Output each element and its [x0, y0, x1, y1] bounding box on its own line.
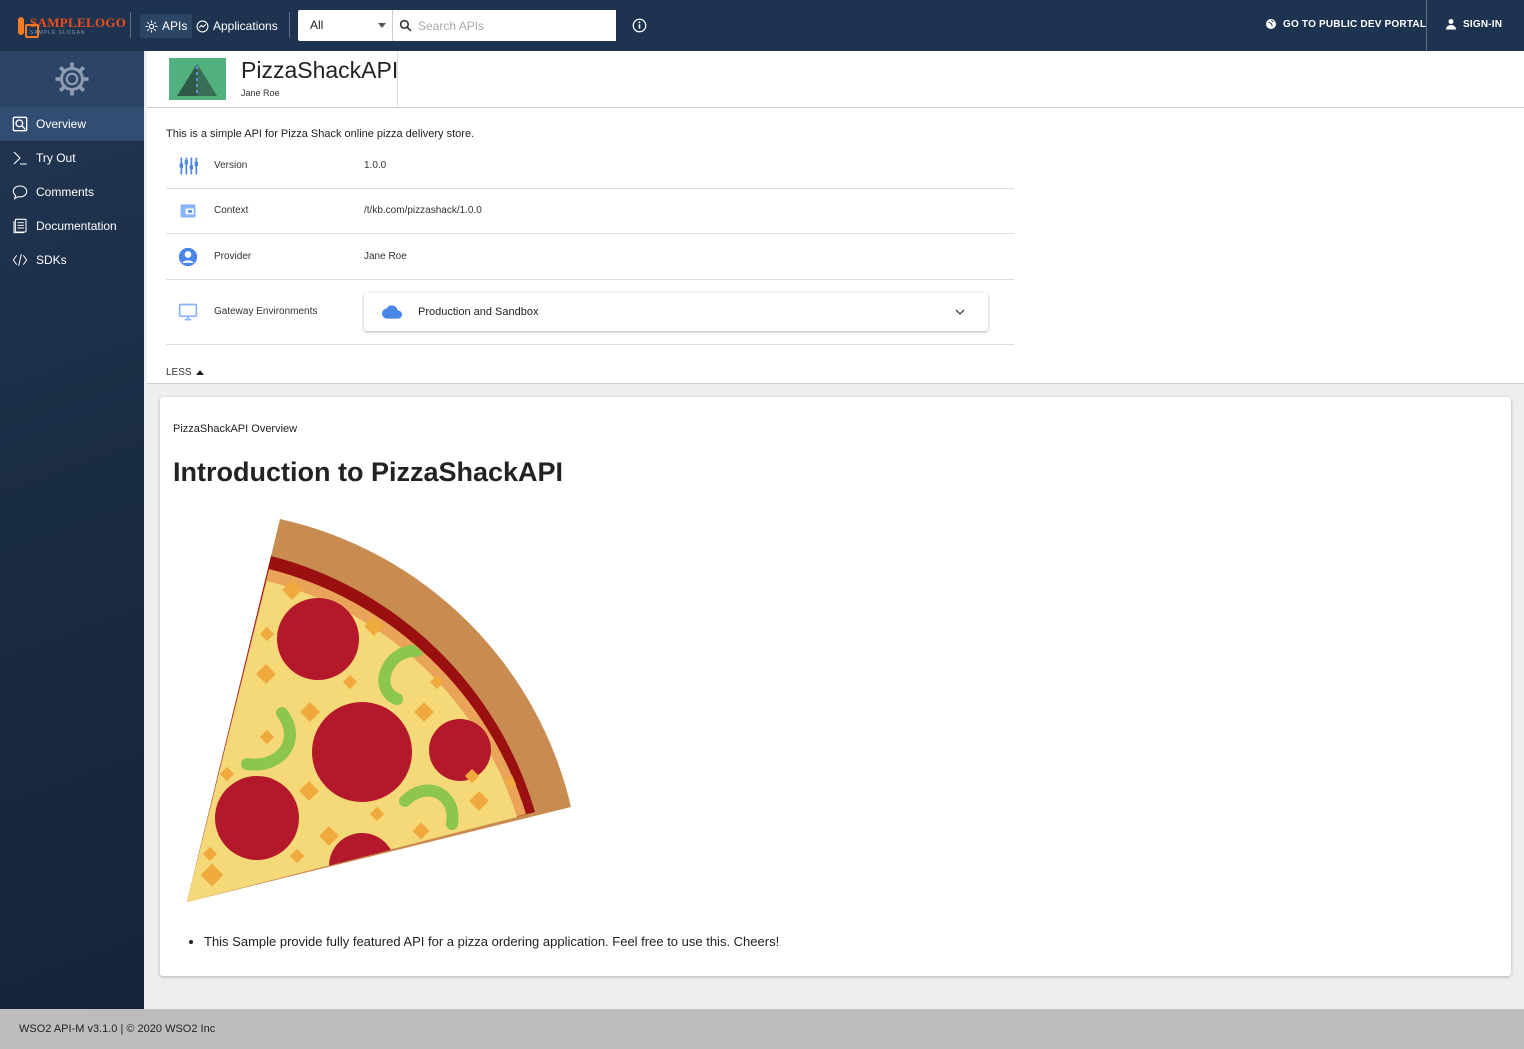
left-sidebar: Overview Try Out Comments Documentation … — [0, 51, 144, 1009]
applications-icon — [196, 20, 209, 32]
caret-up-icon — [195, 370, 204, 375]
sidebar-item-sdks[interactable]: SDKs — [0, 243, 144, 277]
overview-card: PizzaShackAPI Overview Introduction to P… — [160, 397, 1511, 976]
api-title: PizzaShackAPI — [241, 57, 399, 83]
divider — [397, 51, 398, 106]
context-value: /t/kb.com/pizzashack/1.0.0 — [364, 205, 482, 216]
search-box — [392, 10, 616, 41]
caret-down-icon — [378, 23, 386, 28]
sign-in-button[interactable]: SIGN-IN — [1445, 18, 1502, 30]
sidebar-item-label: Documentation — [36, 219, 117, 233]
nav-applications-label: Applications — [213, 19, 278, 33]
provider-icon — [178, 247, 198, 267]
sidebar-item-try-out[interactable]: Try Out — [0, 141, 144, 175]
footer-text: WSO2 API-M v3.1.0 | © 2020 WSO2 Inc — [19, 1023, 216, 1035]
globe-icon — [1266, 19, 1276, 29]
context-label: Context — [214, 205, 249, 216]
nav-applications-button[interactable]: Applications — [191, 14, 283, 38]
comment-icon — [12, 185, 28, 200]
sidebar-item-label: Comments — [36, 185, 95, 199]
api-settings-icon — [55, 62, 89, 96]
overview-heading: Introduction to PizzaShackAPI — [173, 457, 564, 487]
top-app-bar: SAMPLELOGO SAMPLE SLOGAN APIs Applicatio… — [0, 0, 1524, 51]
sidebar-item-label: Overview — [36, 117, 87, 131]
overview-icon — [12, 116, 28, 132]
public-dev-portal-link[interactable]: GO TO PUBLIC DEV PORTAL — [1265, 18, 1426, 30]
nav-apis-label: APIs — [162, 19, 188, 33]
less-toggle-button[interactable]: LESS — [166, 367, 204, 378]
divider — [289, 12, 290, 38]
list-item: This Sample provide fully featured API f… — [204, 934, 779, 949]
logo-mark-icon — [18, 17, 39, 38]
search-icon — [399, 19, 412, 32]
api-title-block: PizzaShackAPI Jane Roe — [241, 57, 398, 98]
nav-apis-button[interactable]: APIs — [140, 14, 193, 38]
info-row-version: Version 1.0.0 — [166, 144, 1014, 189]
sign-in-label: SIGN-IN — [1463, 18, 1503, 30]
public-dev-portal-label: GO TO PUBLIC DEV PORTAL — [1283, 18, 1427, 30]
search-input[interactable] — [418, 18, 608, 33]
gateway-selected-value: Production and Sandbox — [418, 306, 539, 318]
provider-value: Jane Roe — [364, 251, 407, 262]
divider — [1426, 0, 1427, 51]
monitor-icon — [178, 303, 198, 321]
sidebar-item-comments[interactable]: Comments — [0, 175, 144, 209]
search-filter-value: All — [310, 18, 324, 32]
sidebar-item-documentation[interactable]: Documentation — [0, 209, 144, 243]
provider-label: Provider — [214, 251, 252, 262]
api-header: PizzaShackAPI Jane Roe — [147, 51, 1524, 108]
info-icon[interactable] — [632, 18, 647, 33]
cloud-icon — [382, 305, 402, 319]
gateway-label: Gateway Environments — [214, 306, 318, 317]
gateway-environment-dropdown[interactable]: Production and Sandbox — [364, 293, 988, 331]
person-icon — [1446, 19, 1456, 30]
info-row-context: Context /t/kb.com/pizzashack/1.0.0 — [166, 189, 1014, 234]
info-row-provider: Provider Jane Roe — [166, 234, 1014, 280]
document-icon — [13, 218, 27, 234]
sidebar-item-label: Try Out — [36, 151, 76, 165]
logo-text: SAMPLELOGO SAMPLE SLOGAN — [30, 16, 126, 36]
terminal-icon — [13, 151, 27, 165]
api-info-section: This is a simple API for Pizza Shack onl… — [147, 108, 1524, 384]
less-label: LESS — [166, 367, 192, 378]
pizza-illustration — [187, 519, 571, 902]
overview-bullet-list: This Sample provide fully featured API f… — [204, 934, 779, 949]
info-row-gateway: Gateway Environments Production and Sand… — [166, 280, 1014, 345]
divider — [130, 12, 131, 38]
code-icon — [12, 253, 28, 267]
version-icon — [179, 157, 198, 175]
version-label: Version — [214, 160, 248, 171]
api-owner: Jane Roe — [241, 88, 280, 98]
context-icon — [180, 204, 196, 218]
chevron-down-icon — [955, 309, 965, 315]
brand-logo[interactable]: SAMPLELOGO SAMPLE SLOGAN — [18, 10, 126, 42]
api-thumbnail-icon — [169, 58, 226, 100]
overview-label: PizzaShackAPI Overview — [173, 423, 298, 435]
api-thumbnail — [169, 58, 226, 100]
sidebar-item-overview[interactable]: Overview — [0, 107, 144, 141]
api-description: This is a simple API for Pizza Shack onl… — [166, 128, 475, 140]
gear-icon — [145, 20, 158, 32]
footer: WSO2 API-M v3.1.0 | © 2020 WSO2 Inc — [0, 1009, 1524, 1049]
sidebar-header — [0, 51, 144, 107]
search-filter-select[interactable]: All — [298, 10, 392, 41]
sidebar-item-label: SDKs — [36, 253, 67, 267]
logo-main-text: SAMPLELOGO — [30, 15, 127, 30]
version-value: 1.0.0 — [364, 160, 387, 171]
logo-slogan-text: SAMPLE SLOGAN — [30, 30, 86, 36]
